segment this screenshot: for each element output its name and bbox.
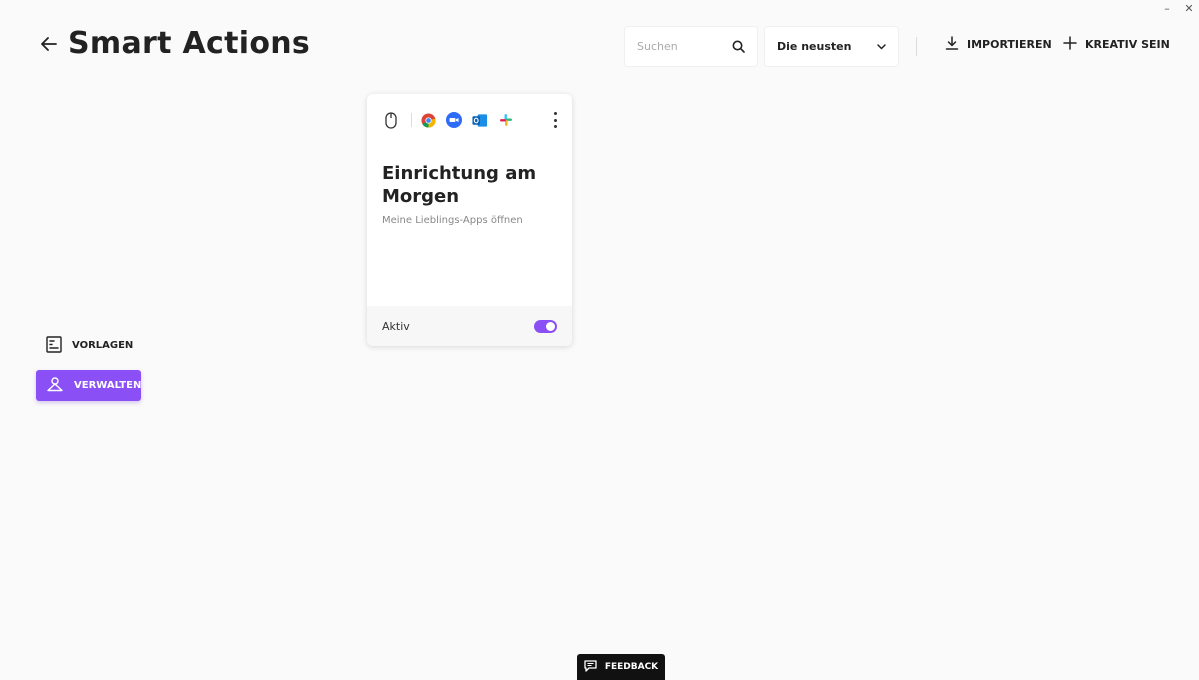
page-title: Smart Actions	[68, 26, 311, 61]
minimize-button[interactable]: –	[1161, 2, 1173, 15]
search-box[interactable]	[625, 27, 757, 66]
header-title-area: Smart Actions	[40, 26, 310, 61]
search-icon[interactable]	[732, 40, 745, 53]
search-input[interactable]	[637, 40, 729, 53]
create-label: KREATIV SEIN	[1085, 38, 1170, 51]
feedback-label: FEEDBACK	[604, 662, 659, 672]
plus-icon	[1063, 36, 1077, 53]
more-options-icon[interactable]	[552, 112, 558, 128]
slack-icon	[498, 112, 514, 128]
sidebar-item-label: VERWALTEN	[74, 380, 142, 391]
create-button[interactable]: KREATIV SEIN	[1063, 36, 1170, 53]
card-title: Einrichtung am Morgen	[382, 163, 537, 207]
import-label: IMPORTIEREN	[967, 38, 1052, 51]
chevron-down-icon	[877, 43, 886, 50]
chrome-icon	[420, 112, 436, 128]
card-status-label: Aktiv	[382, 319, 410, 333]
outlook-icon	[472, 112, 488, 128]
manage-icon	[46, 376, 64, 395]
feedback-icon	[584, 659, 597, 675]
sidebar-item-manage[interactable]: VERWALTEN	[36, 370, 141, 401]
sidebar-item-templates[interactable]: VORLAGEN	[36, 330, 141, 361]
active-toggle[interactable]	[534, 319, 557, 333]
download-icon	[945, 36, 959, 53]
sort-selected-value: Die neusten	[777, 40, 852, 53]
smart-action-card[interactable]: Einrichtung am Morgen Meine Lieblings-Ap…	[367, 94, 572, 346]
header-divider	[916, 37, 917, 56]
window-controls: – ✕	[1161, 2, 1195, 15]
sidebar-item-label: VORLAGEN	[72, 340, 134, 351]
templates-icon	[46, 335, 62, 356]
card-icons-row	[383, 111, 524, 129]
card-footer: Aktiv	[367, 306, 572, 346]
feedback-button[interactable]: FEEDBACK	[577, 654, 665, 680]
back-arrow-icon[interactable]	[40, 35, 58, 53]
card-description: Meine Lieblings-Apps öffnen	[382, 215, 523, 226]
mouse-icon	[383, 111, 399, 129]
icon-separator	[411, 113, 412, 127]
close-button[interactable]: ✕	[1183, 2, 1195, 15]
import-button[interactable]: IMPORTIEREN	[945, 36, 1052, 53]
zoom-icon	[446, 112, 462, 128]
sort-dropdown[interactable]: Die neusten	[765, 27, 898, 66]
